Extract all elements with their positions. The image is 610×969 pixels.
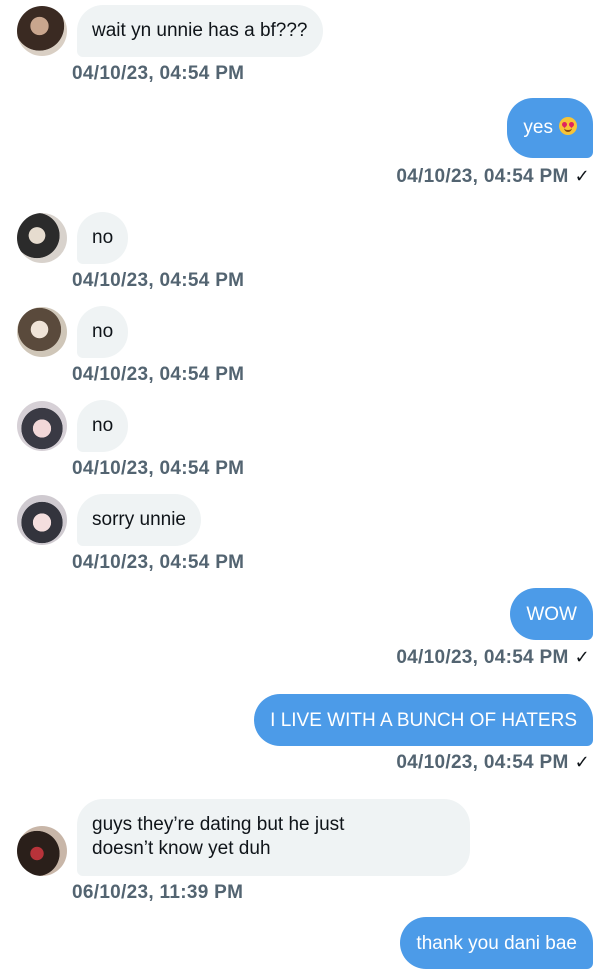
avatar[interactable]: [17, 213, 67, 263]
message-timestamp: 04/10/23, 04:54 PM ✓: [396, 647, 590, 668]
message-text: yes: [523, 117, 553, 138]
message-timestamp: 04/10/23, 04:54 PM: [72, 458, 245, 479]
incoming-message-bubble[interactable]: guys they’re dating but he just doesn’t …: [77, 799, 470, 876]
heart-eyes-emoji-icon: [559, 117, 577, 135]
outgoing-message-bubble[interactable]: yes: [507, 98, 593, 158]
incoming-message-bubble[interactable]: wait yn unnie has a bf???: [77, 5, 323, 57]
sent-check-icon: ✓: [574, 752, 590, 772]
outgoing-message-bubble[interactable]: WOW: [510, 588, 593, 640]
incoming-message-bubble[interactable]: no: [77, 306, 129, 358]
message-timestamp: 04/10/23, 04:54 PM: [72, 552, 245, 573]
incoming-message-bubble[interactable]: sorry unnie: [77, 494, 201, 546]
message-timestamp: 04/10/23, 04:54 PM ✓: [396, 752, 590, 773]
avatar[interactable]: [17, 826, 67, 876]
avatar[interactable]: [17, 401, 67, 451]
outgoing-message-bubble[interactable]: I LIVE WITH A BUNCH OF HATERS: [254, 694, 593, 746]
sent-check-icon: ✓: [574, 166, 590, 186]
outgoing-message-bubble[interactable]: thank you dani bae: [400, 917, 593, 969]
avatar[interactable]: [17, 307, 67, 357]
incoming-message-bubble[interactable]: no: [77, 400, 129, 452]
avatar[interactable]: [17, 6, 67, 56]
message-timestamp: 06/10/23, 11:39 PM: [72, 882, 244, 903]
message-timestamp: 04/10/23, 04:54 PM: [72, 270, 245, 291]
message-timestamp: 04/10/23, 04:54 PM: [72, 63, 245, 84]
message-timestamp: 04/10/23, 04:54 PM ✓: [396, 166, 590, 187]
sent-check-icon: ✓: [574, 647, 590, 667]
incoming-message-bubble[interactable]: no: [77, 212, 129, 264]
message-timestamp: 04/10/23, 04:54 PM: [72, 364, 245, 385]
avatar[interactable]: [17, 495, 67, 545]
